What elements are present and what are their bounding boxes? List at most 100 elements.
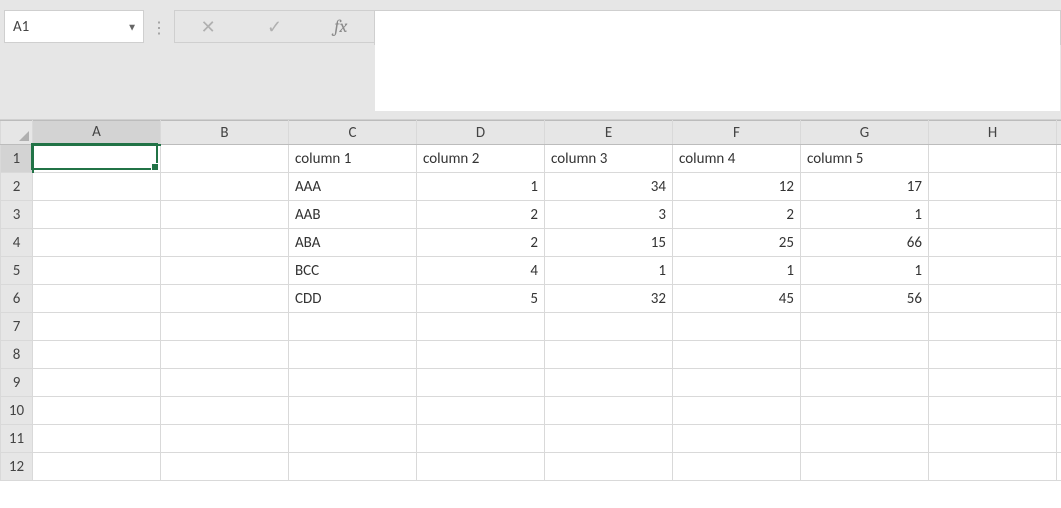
cell-D10[interactable] xyxy=(417,397,545,425)
cell-I2[interactable] xyxy=(1057,173,1061,201)
row-header-4[interactable]: 4 xyxy=(1,229,33,257)
row-header-8[interactable]: 8 xyxy=(1,341,33,369)
cell-B4[interactable] xyxy=(161,229,289,257)
cell-G2[interactable]: 17 xyxy=(801,173,929,201)
row-header-12[interactable]: 12 xyxy=(1,453,33,481)
cell-D8[interactable] xyxy=(417,341,545,369)
cell-E3[interactable]: 3 xyxy=(545,201,673,229)
cell-A4[interactable] xyxy=(33,229,161,257)
cell-F10[interactable] xyxy=(673,397,801,425)
cell-H5[interactable] xyxy=(929,257,1057,285)
cell-C12[interactable] xyxy=(289,453,417,481)
cell-G4[interactable]: 66 xyxy=(801,229,929,257)
cell-A12[interactable] xyxy=(33,453,161,481)
cell-H7[interactable] xyxy=(929,313,1057,341)
cell-I4[interactable] xyxy=(1057,229,1061,257)
column-header-B[interactable]: B xyxy=(161,121,289,145)
cell-A8[interactable] xyxy=(33,341,161,369)
cell-I8[interactable] xyxy=(1057,341,1061,369)
column-header-F[interactable]: F xyxy=(673,121,801,145)
cell-F11[interactable] xyxy=(673,425,801,453)
cell-G10[interactable] xyxy=(801,397,929,425)
cell-A2[interactable] xyxy=(33,173,161,201)
cell-I6[interactable] xyxy=(1057,285,1061,313)
cell-F9[interactable] xyxy=(673,369,801,397)
row-header-9[interactable]: 9 xyxy=(1,369,33,397)
cell-D11[interactable] xyxy=(417,425,545,453)
cell-B8[interactable] xyxy=(161,341,289,369)
cell-H3[interactable] xyxy=(929,201,1057,229)
cell-E12[interactable] xyxy=(545,453,673,481)
cell-E7[interactable] xyxy=(545,313,673,341)
cell-C1[interactable]: column 1 xyxy=(289,145,417,173)
cell-B3[interactable] xyxy=(161,201,289,229)
cell-E4[interactable]: 15 xyxy=(545,229,673,257)
cell-E8[interactable] xyxy=(545,341,673,369)
cell-H6[interactable] xyxy=(929,285,1057,313)
row-header-7[interactable]: 7 xyxy=(1,313,33,341)
cell-G7[interactable] xyxy=(801,313,929,341)
cell-B1[interactable] xyxy=(161,145,289,173)
cell-C10[interactable] xyxy=(289,397,417,425)
cell-A9[interactable] xyxy=(33,369,161,397)
cell-B11[interactable] xyxy=(161,425,289,453)
cell-D2[interactable]: 1 xyxy=(417,173,545,201)
cell-F6[interactable]: 45 xyxy=(673,285,801,313)
cell-F5[interactable]: 1 xyxy=(673,257,801,285)
cell-A10[interactable] xyxy=(33,397,161,425)
row-header-5[interactable]: 5 xyxy=(1,257,33,285)
cell-C7[interactable] xyxy=(289,313,417,341)
cell-H11[interactable] xyxy=(929,425,1057,453)
cell-C8[interactable] xyxy=(289,341,417,369)
cell-F12[interactable] xyxy=(673,453,801,481)
cell-A5[interactable] xyxy=(33,257,161,285)
cell-D4[interactable]: 2 xyxy=(417,229,545,257)
cell-H4[interactable] xyxy=(929,229,1057,257)
cell-E11[interactable] xyxy=(545,425,673,453)
name-box[interactable]: A1 ▼ xyxy=(4,10,144,43)
cell-I7[interactable] xyxy=(1057,313,1061,341)
cell-C4[interactable]: ABA xyxy=(289,229,417,257)
cell-B7[interactable] xyxy=(161,313,289,341)
cell-F2[interactable]: 12 xyxy=(673,173,801,201)
cell-C9[interactable] xyxy=(289,369,417,397)
column-header-I[interactable]: I xyxy=(1057,121,1061,145)
cell-G3[interactable]: 1 xyxy=(801,201,929,229)
cell-G9[interactable] xyxy=(801,369,929,397)
cell-I12[interactable] xyxy=(1057,453,1061,481)
cell-H1[interactable] xyxy=(929,145,1057,173)
cell-B6[interactable] xyxy=(161,285,289,313)
cancel-button[interactable]: ✕ xyxy=(188,11,228,42)
cell-B2[interactable] xyxy=(161,173,289,201)
cell-G12[interactable] xyxy=(801,453,929,481)
cell-D7[interactable] xyxy=(417,313,545,341)
cell-B5[interactable] xyxy=(161,257,289,285)
column-header-C[interactable]: C xyxy=(289,121,417,145)
cell-C6[interactable]: CDD xyxy=(289,285,417,313)
cell-G1[interactable]: column 5 xyxy=(801,145,929,173)
insert-function-button[interactable]: fx xyxy=(321,11,361,42)
cell-E9[interactable] xyxy=(545,369,673,397)
cell-B9[interactable] xyxy=(161,369,289,397)
column-header-D[interactable]: D xyxy=(417,121,545,145)
formula-input[interactable] xyxy=(374,10,1061,45)
cell-I5[interactable] xyxy=(1057,257,1061,285)
cell-I9[interactable] xyxy=(1057,369,1061,397)
cell-C5[interactable]: BCC xyxy=(289,257,417,285)
cell-I10[interactable] xyxy=(1057,397,1061,425)
cell-F1[interactable]: column 4 xyxy=(673,145,801,173)
column-header-H[interactable]: H xyxy=(929,121,1057,145)
enter-button[interactable]: ✓ xyxy=(254,11,294,42)
cell-D3[interactable]: 2 xyxy=(417,201,545,229)
cell-G8[interactable] xyxy=(801,341,929,369)
cell-H9[interactable] xyxy=(929,369,1057,397)
row-header-1[interactable]: 1 xyxy=(1,145,33,173)
cell-I11[interactable] xyxy=(1057,425,1061,453)
row-header-2[interactable]: 2 xyxy=(1,173,33,201)
cell-A7[interactable] xyxy=(33,313,161,341)
cell-A1[interactable] xyxy=(33,145,161,173)
cell-F3[interactable]: 2 xyxy=(673,201,801,229)
column-header-E[interactable]: E xyxy=(545,121,673,145)
cell-B10[interactable] xyxy=(161,397,289,425)
cell-H12[interactable] xyxy=(929,453,1057,481)
